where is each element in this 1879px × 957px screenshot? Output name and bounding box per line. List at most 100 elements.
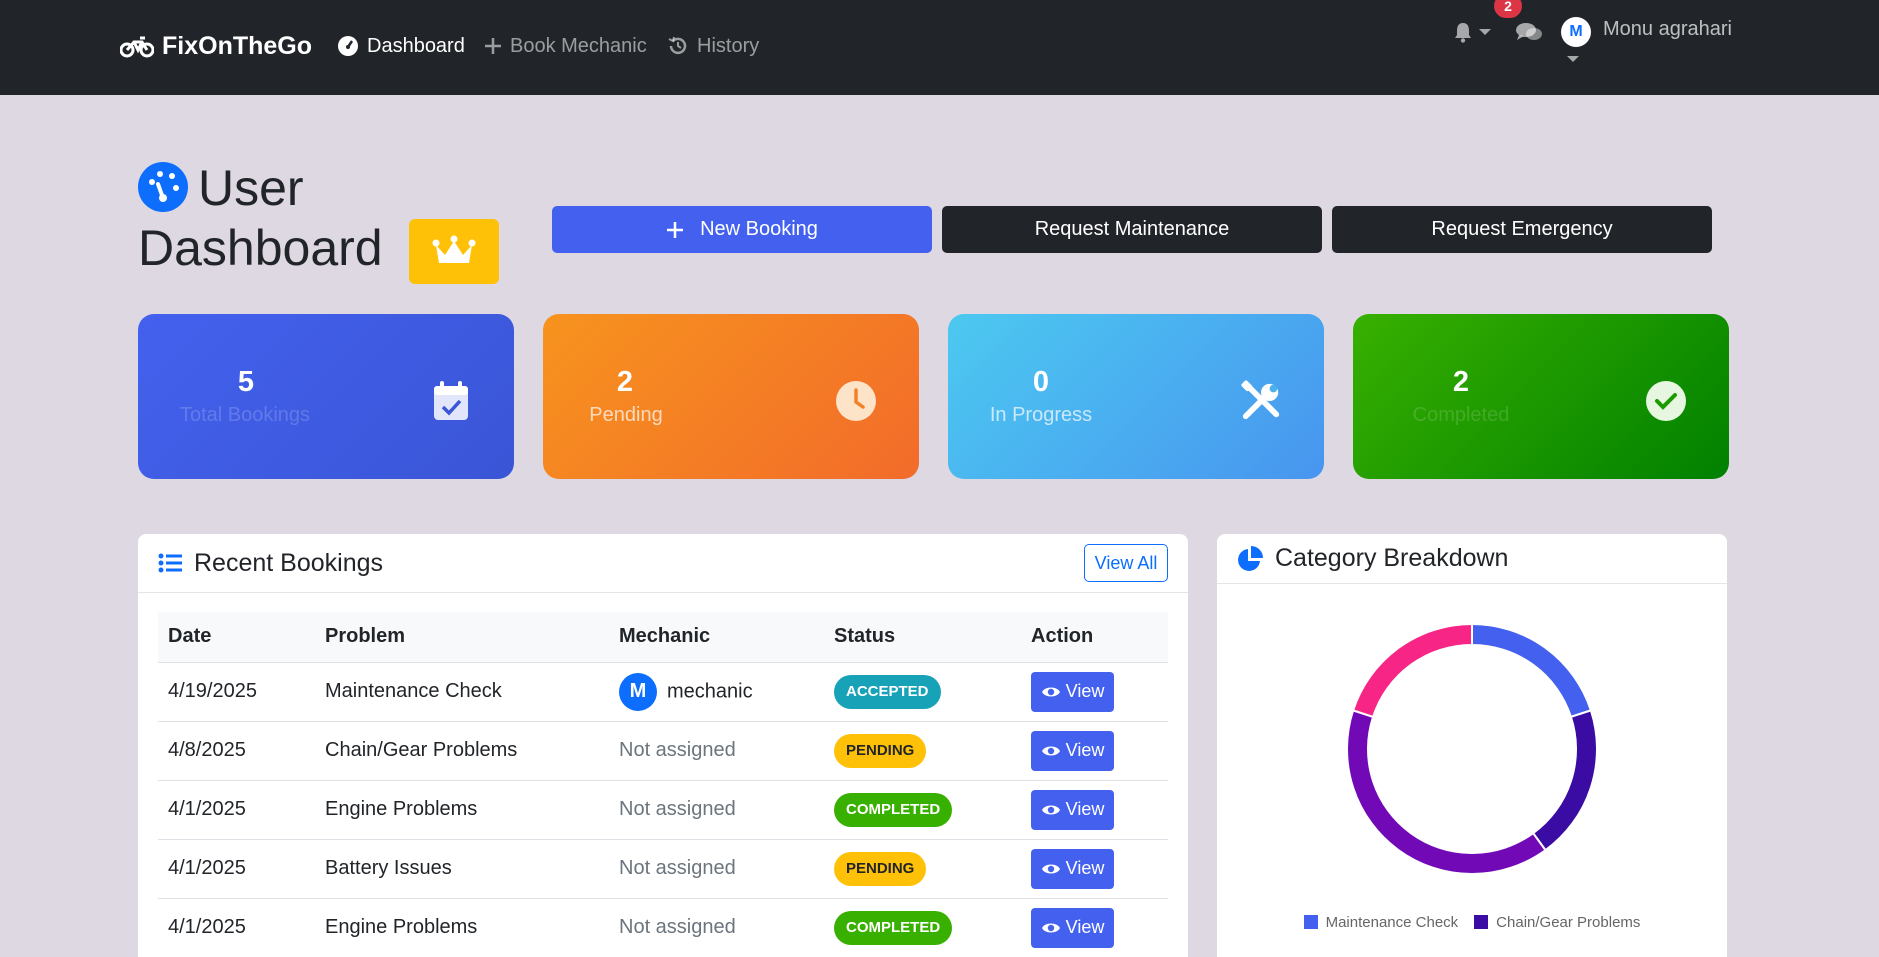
- booking-action: View: [1021, 898, 1168, 957]
- booking-mechanic: Not assigned: [609, 839, 824, 899]
- booking-action: View: [1021, 839, 1168, 899]
- chart-legend: Maintenance Check Chain/Gear Problems: [1217, 914, 1727, 931]
- booking-status: COMPLETED: [824, 780, 1021, 840]
- gauge-icon: [338, 36, 358, 56]
- table-row: 4/19/2025 Maintenance Check Mmechanic AC…: [158, 662, 1168, 722]
- new-booking-button[interactable]: New Booking: [552, 206, 932, 253]
- view-booking-button[interactable]: View: [1031, 907, 1114, 948]
- category-breakdown-card: Category Breakdown Maintenance Check Chai…: [1217, 534, 1727, 957]
- booking-date: 4/1/2025: [158, 898, 315, 957]
- brand-logo[interactable]: FixOnTheGo: [120, 30, 312, 62]
- booking-status: PENDING: [824, 839, 1021, 899]
- motorcycle-icon: [120, 36, 154, 58]
- messages-button[interactable]: [1515, 14, 1543, 50]
- status-badge: PENDING: [834, 733, 927, 768]
- view-booking-button[interactable]: View: [1031, 789, 1114, 830]
- booking-problem: Chain/Gear Problems: [315, 721, 609, 781]
- card-header: Recent Bookings: [138, 534, 1188, 593]
- booking-action: View: [1021, 721, 1168, 781]
- top-navbar: FixOnTheGo Dashboard Book Mechanic Histo…: [0, 0, 1879, 95]
- stat-label: Total Bookings: [179, 404, 311, 426]
- booking-date: 4/1/2025: [158, 839, 315, 899]
- status-badge: COMPLETED: [834, 910, 953, 945]
- table-row: 4/1/2025 Engine Problems Not assigned CO…: [158, 780, 1168, 840]
- booking-date: 4/1/2025: [158, 780, 315, 840]
- card-title: Category Breakdown: [1275, 544, 1509, 572]
- bookings-table: Date Problem Mechanic Status Action 4/19…: [158, 612, 1168, 957]
- status-badge: PENDING: [834, 851, 927, 886]
- bell-icon: [1455, 23, 1471, 43]
- donut-slice-chain-gear-problems[interactable]: [1531, 709, 1598, 852]
- stat-value: 5: [237, 366, 255, 398]
- eye-icon: [1041, 687, 1060, 696]
- nav-link-label: History: [697, 34, 760, 57]
- donut-slice-maintenance-check[interactable]: [1471, 622, 1593, 719]
- history-icon: [668, 36, 687, 55]
- request-maintenance-button[interactable]: Request Maintenance: [942, 206, 1322, 253]
- stat-value: 2: [616, 366, 634, 398]
- booking-mechanic: Mmechanic: [609, 662, 824, 722]
- column-header-mechanic: Mechanic: [609, 612, 824, 663]
- donut-slice-engine-problems[interactable]: [1346, 709, 1547, 875]
- card-title: Recent Bookings: [194, 548, 384, 577]
- eye-icon: [1041, 923, 1060, 932]
- booking-mechanic: Not assigned: [609, 780, 824, 840]
- booking-action: View: [1021, 662, 1168, 722]
- card-header: Category Breakdown: [1217, 534, 1727, 584]
- column-header-status: Status: [824, 612, 1021, 663]
- mechanic-name: mechanic: [667, 679, 753, 702]
- plus-icon: [667, 221, 684, 238]
- stat-card-completed: 2 Completed: [1353, 314, 1729, 479]
- legend-item[interactable]: Chain/Gear Problems: [1474, 914, 1640, 931]
- stat-label: In Progress: [989, 404, 1093, 426]
- legend-item[interactable]: Maintenance Check: [1303, 914, 1459, 931]
- legend-label: Chain/Gear Problems: [1496, 914, 1641, 931]
- legend-swatch: [1303, 915, 1318, 929]
- status-badge: ACCEPTED: [834, 674, 941, 709]
- notifications-dropdown[interactable]: [1453, 14, 1491, 50]
- user-menu[interactable]: M: [1561, 14, 1591, 50]
- table-row: 4/1/2025 Battery Issues Not assigned PEN…: [158, 839, 1168, 899]
- booking-problem: Engine Problems: [315, 780, 609, 840]
- donut-slice-battery-issues[interactable]: [1351, 622, 1473, 719]
- plus-icon: [485, 38, 501, 54]
- column-header-action: Action: [1021, 612, 1168, 663]
- view-booking-button[interactable]: View: [1031, 848, 1114, 889]
- clock-icon: [835, 380, 877, 422]
- stat-card-pending: 2 Pending: [543, 314, 919, 479]
- table-row: 4/8/2025 Chain/Gear Problems Not assigne…: [158, 721, 1168, 781]
- legend-swatch: [1474, 915, 1489, 929]
- stat-card-total-bookings: 5 Total Bookings: [138, 314, 514, 479]
- stat-card-in-progress: 0 In Progress: [948, 314, 1324, 479]
- stat-label: Pending: [589, 404, 663, 426]
- nav-link-label: Dashboard: [367, 34, 465, 57]
- user-name[interactable]: Monu agrahari: [1603, 18, 1732, 41]
- column-header-problem: Problem: [315, 612, 609, 663]
- column-header-date: Date: [158, 612, 315, 663]
- check-circle-icon: [1645, 380, 1687, 422]
- view-booking-button[interactable]: View: [1031, 730, 1114, 771]
- nav-link-book-mechanic[interactable]: Book Mechanic: [484, 30, 647, 62]
- view-booking-button[interactable]: View: [1031, 671, 1114, 712]
- stat-label: Completed: [1412, 404, 1510, 426]
- booking-date: 4/8/2025: [158, 721, 315, 781]
- eye-icon: [1041, 805, 1060, 814]
- mechanic-avatar: M: [619, 672, 657, 711]
- view-all-button[interactable]: View All: [1084, 544, 1168, 582]
- request-emergency-button[interactable]: Request Emergency: [1332, 206, 1712, 253]
- chat-icon: [1516, 23, 1542, 40]
- list-icon: [158, 553, 182, 573]
- nav-link-dashboard[interactable]: Dashboard: [337, 30, 465, 62]
- brand-name: FixOnTheGo: [162, 31, 312, 60]
- booking-mechanic: Not assigned: [609, 721, 824, 781]
- nav-link-history[interactable]: History: [667, 30, 759, 62]
- legend-label: Maintenance Check: [1325, 914, 1459, 931]
- crown-icon: [432, 235, 476, 263]
- booking-problem: Engine Problems: [315, 898, 609, 957]
- chevron-down-icon: [1479, 29, 1491, 35]
- table-row: 4/1/2025 Engine Problems Not assigned CO…: [158, 898, 1168, 957]
- stat-value: 2: [1452, 366, 1470, 398]
- status-badge: COMPLETED: [834, 792, 953, 827]
- stat-value: 0: [1032, 366, 1050, 398]
- premium-badge: [409, 219, 499, 284]
